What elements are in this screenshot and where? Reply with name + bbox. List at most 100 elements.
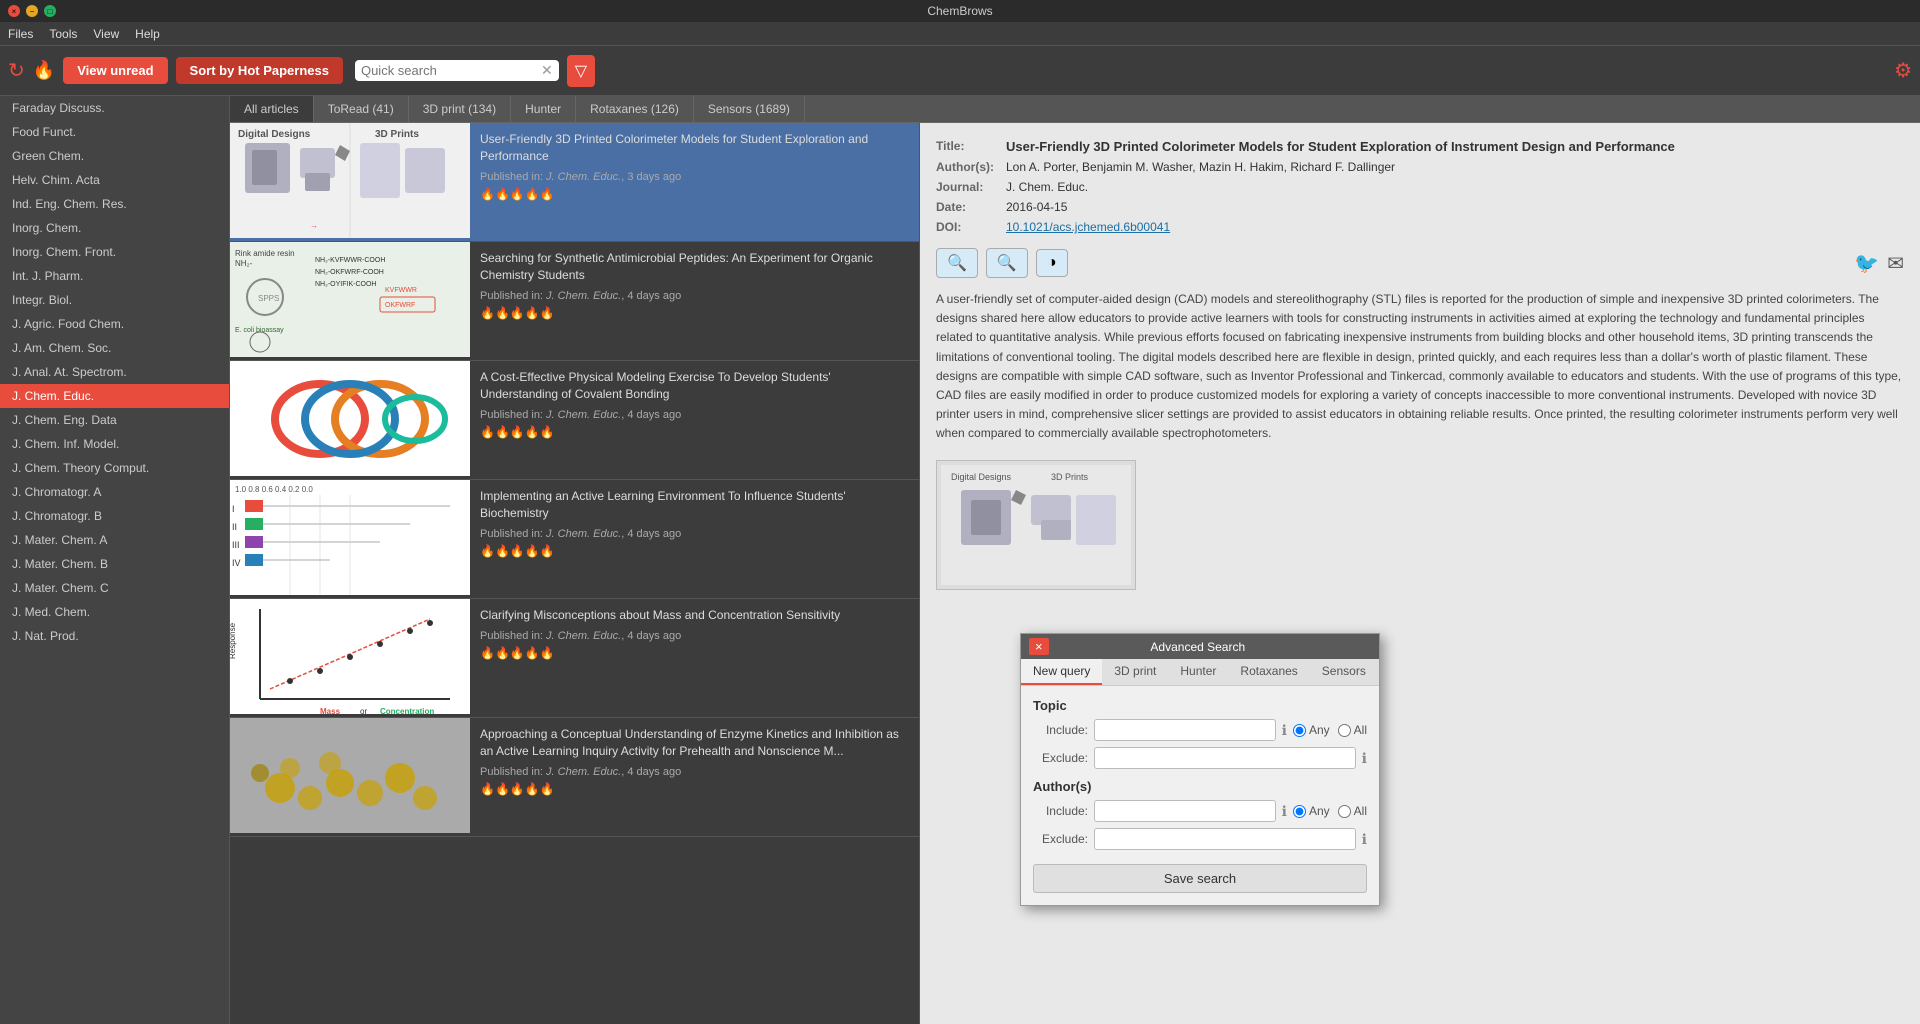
- main-layout: Faraday Discuss.Food Funct.Green Chem.He…: [0, 96, 1920, 1024]
- sidebar-item-14[interactable]: J. Chem. Inf. Model.: [0, 432, 229, 456]
- sidebar-item-18[interactable]: J. Mater. Chem. A: [0, 528, 229, 552]
- authors-include-all-radio[interactable]: [1338, 805, 1351, 818]
- search-input[interactable]: [361, 63, 541, 78]
- svg-text:I: I: [232, 504, 235, 514]
- article-item-4[interactable]: ResponseMass or ConcentrationClarifying …: [230, 599, 919, 718]
- svg-text:Rink amide resin: Rink amide resin: [235, 249, 295, 258]
- title-label: Title:: [936, 139, 1006, 154]
- email-button[interactable]: ✉: [1887, 251, 1904, 276]
- topic-include-info[interactable]: ℹ: [1282, 722, 1287, 739]
- tab-3[interactable]: Hunter: [511, 96, 576, 122]
- contrast-button[interactable]: ◑: [1036, 249, 1068, 277]
- authors-exclude-input[interactable]: [1094, 828, 1356, 850]
- sidebar-item-6[interactable]: Inorg. Chem. Front.: [0, 240, 229, 264]
- article-info-0: User-Friendly 3D Printed Colorimeter Mod…: [470, 123, 919, 241]
- toolbar: ↻ 🔥 View unread Sort by Hot Paperness ✕ …: [0, 46, 1920, 96]
- sidebar-item-10[interactable]: J. Am. Chem. Soc.: [0, 336, 229, 360]
- adv-tab-hunter[interactable]: Hunter: [1168, 659, 1228, 685]
- authors-include-any-radio[interactable]: [1293, 805, 1306, 818]
- tab-5[interactable]: Sensors (1689): [694, 96, 805, 122]
- maximize-button[interactable]: □: [44, 5, 56, 17]
- sidebar-item-7[interactable]: Int. J. Pharm.: [0, 264, 229, 288]
- menu-view[interactable]: View: [93, 27, 119, 41]
- article-journal-4: Published in: J. Chem. Educ., 4 days ago: [480, 630, 909, 642]
- authors-include-all-label[interactable]: All: [1338, 804, 1367, 818]
- view-unread-button[interactable]: View unread: [63, 57, 167, 84]
- sidebar-item-5[interactable]: Inorg. Chem.: [0, 216, 229, 240]
- sidebar-item-21[interactable]: J. Med. Chem.: [0, 600, 229, 624]
- svg-text:Digital Designs: Digital Designs: [238, 129, 311, 140]
- minimize-button[interactable]: −: [26, 5, 38, 17]
- authors-include-info[interactable]: ℹ: [1282, 803, 1287, 820]
- adv-close-button[interactable]: ×: [1029, 638, 1049, 655]
- refresh-button[interactable]: ↻: [8, 58, 25, 83]
- sidebar-item-3[interactable]: Helv. Chim. Acta: [0, 168, 229, 192]
- tab-4[interactable]: Rotaxanes (126): [576, 96, 694, 122]
- sidebar-item-2[interactable]: Green Chem.: [0, 144, 229, 168]
- article-item-3[interactable]: 1.0 0.8 0.6 0.4 0.2 0.0IIIIIIIVImplement…: [230, 480, 919, 599]
- sidebar-item-9[interactable]: J. Agric. Food Chem.: [0, 312, 229, 336]
- article-thumb-5: [230, 718, 470, 836]
- sidebar-item-8[interactable]: Integr. Biol.: [0, 288, 229, 312]
- twitter-button[interactable]: 🐦: [1854, 251, 1879, 276]
- topic-include-all-label[interactable]: All: [1338, 723, 1367, 737]
- authors-include-row: Include: ℹ Any All: [1033, 800, 1367, 822]
- close-button[interactable]: ×: [8, 5, 20, 17]
- search-alt-button[interactable]: 🔍: [986, 248, 1028, 278]
- adv-tab-sensors[interactable]: Sensors: [1310, 659, 1378, 685]
- tab-1[interactable]: ToRead (41): [314, 96, 409, 122]
- topic-include-any-radio[interactable]: [1293, 724, 1306, 737]
- search-similar-button[interactable]: 🔍: [936, 248, 978, 278]
- sidebar-item-20[interactable]: J. Mater. Chem. C: [0, 576, 229, 600]
- sort-button[interactable]: Sort by Hot Paperness: [176, 57, 343, 84]
- article-item-1[interactable]: Rink amide resinNH₂-SPPSNH₂-KVFWWR-COOHN…: [230, 242, 919, 361]
- article-list: Digital Designs3D Prints→User-Friendly 3…: [230, 123, 920, 1024]
- article-info-1: Searching for Synthetic Antimicrobial Pe…: [470, 242, 919, 360]
- app-title: ChemBrows: [927, 4, 992, 18]
- tab-0[interactable]: All articles: [230, 96, 314, 122]
- adv-search-titlebar: × Advanced Search: [1021, 634, 1379, 659]
- sidebar-item-17[interactable]: J. Chromatogr. B: [0, 504, 229, 528]
- topic-include-all-radio[interactable]: [1338, 724, 1351, 737]
- menu-files[interactable]: Files: [8, 27, 33, 41]
- topic-include-any-label[interactable]: Any: [1293, 723, 1330, 737]
- topic-exclude-input[interactable]: [1094, 747, 1356, 769]
- article-item-5[interactable]: Approaching a Conceptual Understanding o…: [230, 718, 919, 837]
- sidebar-item-0[interactable]: Faraday Discuss.: [0, 96, 229, 120]
- sidebar-item-15[interactable]: J. Chem. Theory Comput.: [0, 456, 229, 480]
- sidebar-item-12[interactable]: J. Chem. Educ.: [0, 384, 229, 408]
- article-journal-3: Published in: J. Chem. Educ., 4 days ago: [480, 528, 909, 540]
- article-thumb-3: 1.0 0.8 0.6 0.4 0.2 0.0IIIIIIIV: [230, 480, 470, 598]
- sidebar-item-13[interactable]: J. Chem. Eng. Data: [0, 408, 229, 432]
- svg-text:3D Prints: 3D Prints: [375, 129, 419, 140]
- settings-button[interactable]: ⚙: [1894, 58, 1912, 83]
- sidebar-item-19[interactable]: J. Mater. Chem. B: [0, 552, 229, 576]
- authors-include-input[interactable]: [1094, 800, 1276, 822]
- adv-tab-3dprint[interactable]: 3D print: [1102, 659, 1168, 685]
- article-item-2[interactable]: A Cost-Effective Physical Modeling Exerc…: [230, 361, 919, 480]
- topic-include-input[interactable]: [1094, 719, 1276, 741]
- svg-text:NH₂-OKFWRF-COOH: NH₂-OKFWRF-COOH: [315, 269, 384, 276]
- sidebar-item-4[interactable]: Ind. Eng. Chem. Res.: [0, 192, 229, 216]
- article-item-0[interactable]: Digital Designs3D Prints→User-Friendly 3…: [230, 123, 919, 242]
- svg-text:Digital Designs: Digital Designs: [951, 472, 1012, 482]
- topic-exclude-info[interactable]: ℹ: [1362, 750, 1367, 767]
- article-title-4: Clarifying Misconceptions about Mass and…: [480, 607, 909, 624]
- sidebar-item-1[interactable]: Food Funct.: [0, 120, 229, 144]
- filter-button[interactable]: ▽: [567, 55, 595, 87]
- adv-tab-new-query[interactable]: New query: [1021, 659, 1102, 685]
- menu-help[interactable]: Help: [135, 27, 160, 41]
- flame-button[interactable]: 🔥: [33, 60, 55, 81]
- authors-include-any-label[interactable]: Any: [1293, 804, 1330, 818]
- detail-date: 2016-04-15: [1006, 200, 1904, 214]
- search-clear-button[interactable]: ✕: [541, 62, 553, 79]
- detail-panel: Title: User-Friendly 3D Printed Colorime…: [920, 123, 1920, 1024]
- sidebar-item-22[interactable]: J. Nat. Prod.: [0, 624, 229, 648]
- authors-exclude-info[interactable]: ℹ: [1362, 831, 1367, 848]
- menu-tools[interactable]: Tools: [49, 27, 77, 41]
- save-search-button[interactable]: Save search: [1033, 864, 1367, 893]
- sidebar-item-16[interactable]: J. Chromatogr. A: [0, 480, 229, 504]
- sidebar-item-11[interactable]: J. Anal. At. Spectrom.: [0, 360, 229, 384]
- tab-2[interactable]: 3D print (134): [409, 96, 511, 122]
- adv-tab-rotaxanes[interactable]: Rotaxanes: [1228, 659, 1309, 685]
